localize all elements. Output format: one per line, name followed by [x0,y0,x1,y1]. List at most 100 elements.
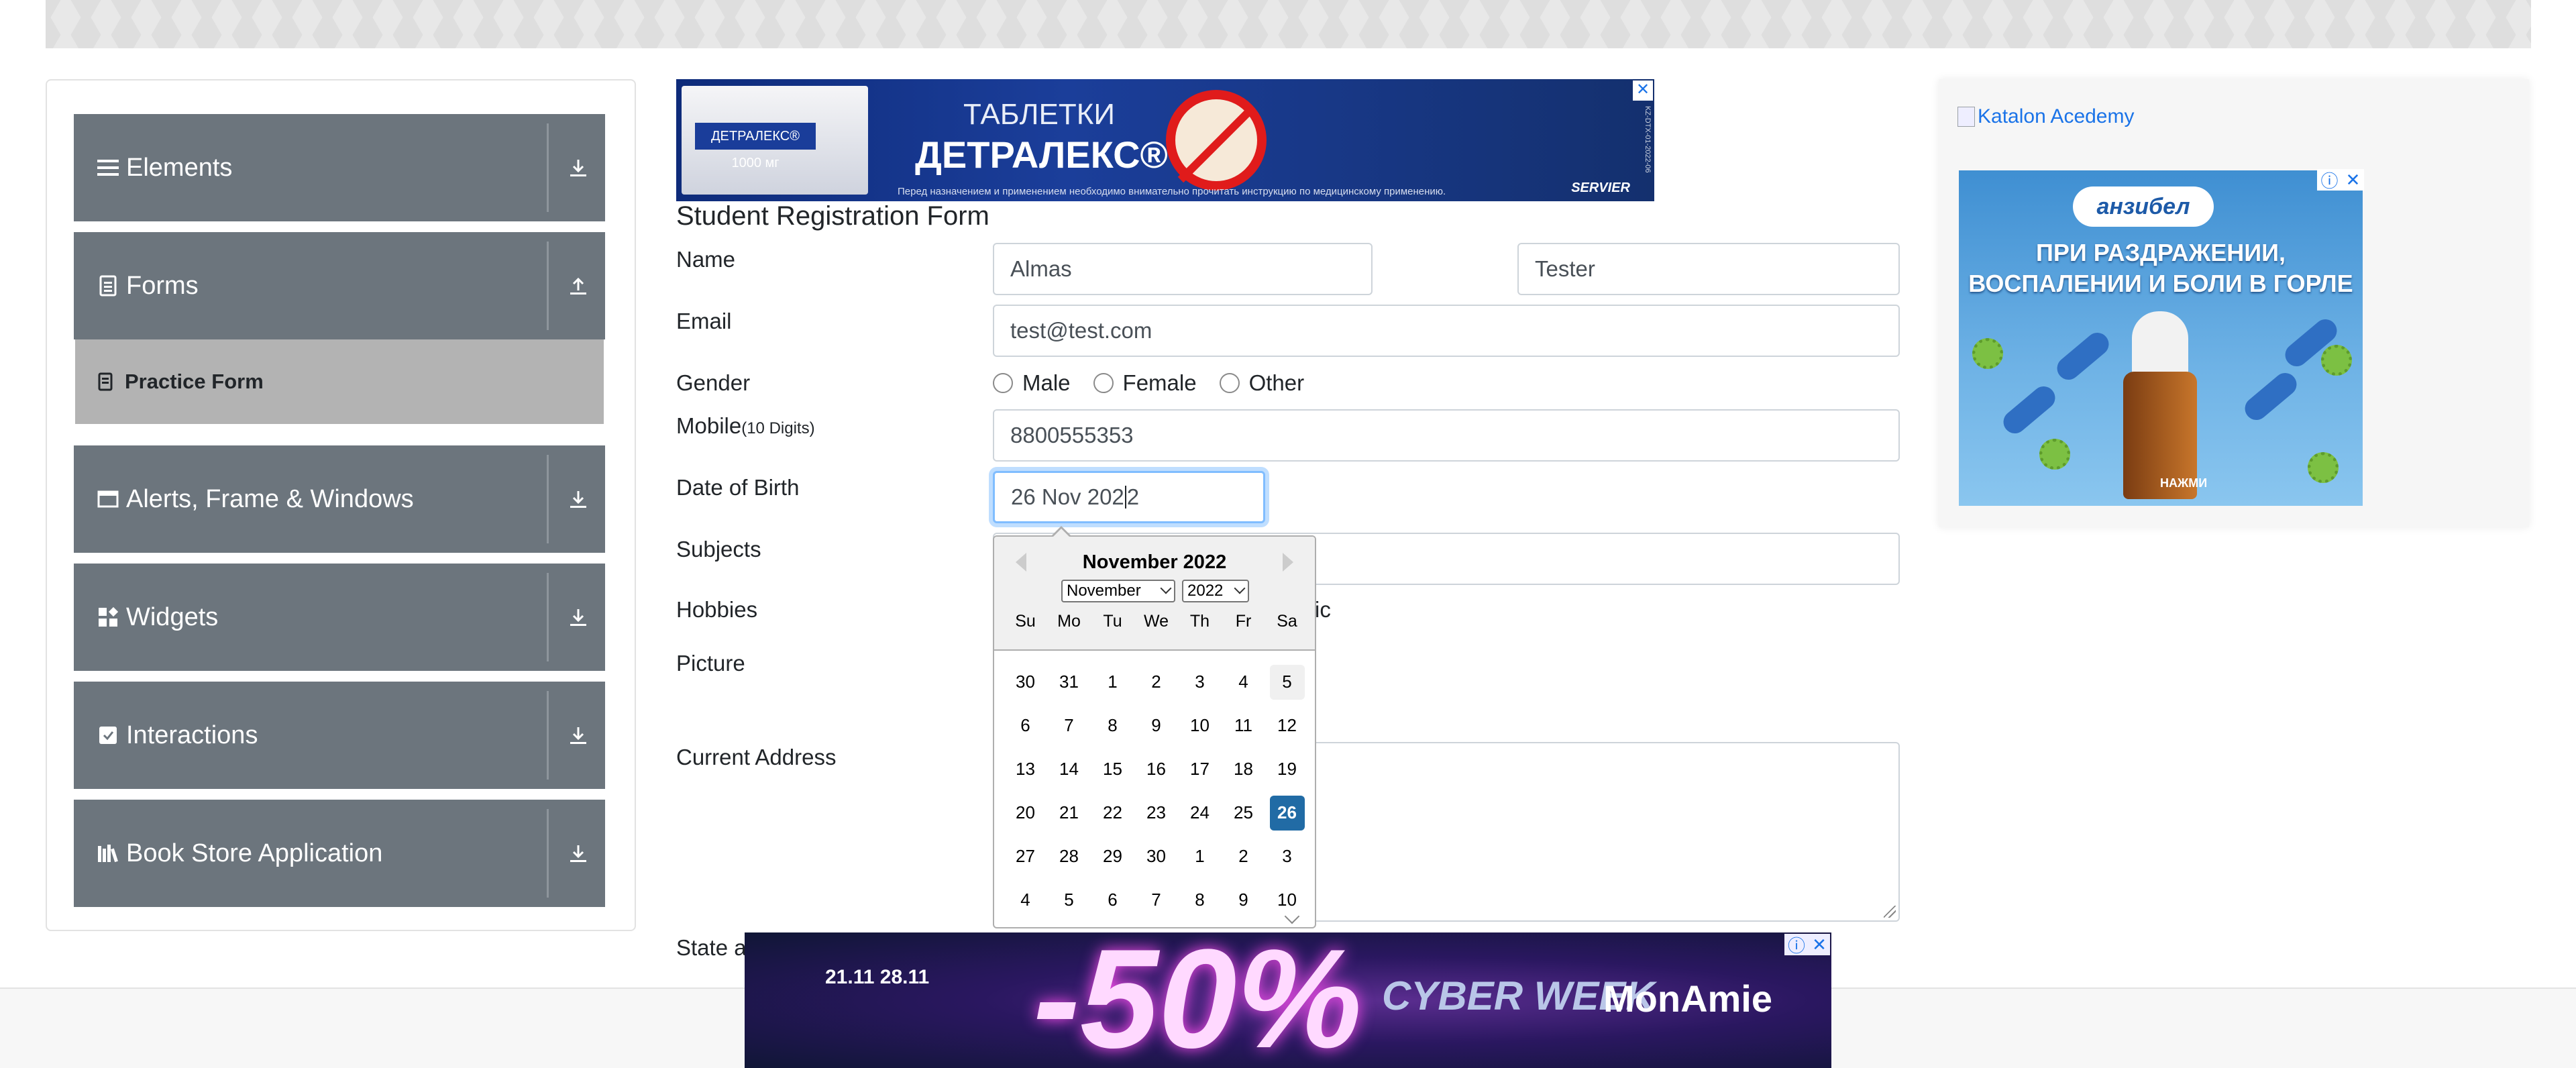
datepicker-day[interactable]: 9 [1222,878,1265,922]
datepicker-day-selected[interactable]: 26 [1265,791,1309,835]
day-number: 4 [1020,890,1030,910]
datepicker-day[interactable]: 21 [1047,791,1091,835]
datepicker-day[interactable]: 8 [1178,878,1222,922]
bottom-ad-controls[interactable]: ⓘ ✕ [1784,932,1830,957]
datepicker-day[interactable]: 12 [1265,704,1309,747]
gender-radio-group: Male Female Other [993,370,1327,396]
datepicker-day[interactable]: 10 [1178,704,1222,747]
day-number: 30 [1016,672,1035,692]
datepicker-day[interactable]: 15 [1091,747,1134,791]
day-number: 23 [1146,802,1166,822]
day-number: 29 [1103,846,1122,866]
datepicker-day[interactable]: 2 [1222,835,1265,878]
window-icon [97,488,119,511]
download-arrow-icon[interactable] [562,152,594,184]
radio-button[interactable] [993,373,1013,393]
last-name-input[interactable]: Tester [1517,243,1900,295]
group-forms[interactable]: Forms [74,232,605,339]
group-alerts-frame-windows[interactable]: Alerts, Frame & Windows [74,445,605,553]
resize-handle[interactable] [1884,906,1896,918]
download-arrow-icon[interactable] [562,719,594,751]
gender-female[interactable]: Female [1093,370,1197,396]
group-book-store[interactable]: Book Store Application [74,800,605,907]
datepicker-day[interactable]: 22 [1091,791,1134,835]
datepicker-week: 30 31 1 2 3 4 5 [1004,660,1309,704]
datepicker-day[interactable]: 18 [1222,747,1265,791]
day-number: 13 [1016,759,1035,779]
datepicker-day[interactable]: 20 [1004,791,1047,835]
group-label: Alerts, Frame & Windows [126,484,414,513]
right-advertisement[interactable]: анзибел ПРИ РАЗДРАЖЕНИИ, ВОСПАЛЕНИИ И БО… [1959,170,2363,506]
download-arrow-icon[interactable] [562,483,594,515]
day-number: 10 [1190,715,1210,735]
download-arrow-icon[interactable] [562,837,594,869]
info-icon[interactable]: ⓘ [2321,168,2339,193]
hobby-music-label-fragment[interactable]: ic [1315,597,1331,623]
mobile-label: Mobile(10 Digits) [676,413,815,439]
datepicker-day[interactable]: 9 [1134,704,1178,747]
datepicker-day[interactable]: 1 [1091,660,1134,704]
ad-fine-print: Перед назначением и применением необходи… [898,186,1446,197]
datepicker-day[interactable]: 24 [1178,791,1222,835]
datepicker-day[interactable]: 8 [1091,704,1134,747]
year-select[interactable]: 2022 [1182,580,1249,602]
group-interactions[interactable]: Interactions [74,682,605,789]
upload-arrow-icon[interactable] [562,270,594,302]
month-select[interactable]: November [1061,580,1175,602]
katalon-link[interactable]: Katalon Acedemy [1957,102,2159,131]
info-icon[interactable]: ⓘ [1788,932,1805,957]
group-widgets[interactable]: Widgets [74,564,605,671]
close-icon[interactable]: ✕ [2346,170,2361,191]
mobile-input[interactable]: 8800555353 [993,409,1900,462]
datepicker-day[interactable]: 31 [1047,660,1091,704]
datepicker-day[interactable]: 5 [1265,660,1309,704]
datepicker-day[interactable]: 5 [1047,878,1091,922]
email-input[interactable]: test@test.com [993,305,1900,357]
datepicker-day[interactable]: 6 [1004,704,1047,747]
datepicker-day[interactable]: 28 [1047,835,1091,878]
datepicker-day[interactable]: 14 [1047,747,1091,791]
top-advertisement[interactable]: ДЕТРАЛЕКС® 1000 мг ТАБЛЕТКИ ДЕТРАЛЕКС® П… [676,79,1654,201]
datepicker-day[interactable]: 2 [1134,660,1178,704]
bottom-advertisement[interactable]: 21.11 28.11 -50% CYBER WEEK MonAmie [745,932,1831,1068]
day-number: 9 [1151,715,1161,735]
gender-other[interactable]: Other [1219,370,1304,396]
datepicker-day[interactable]: 30 [1134,835,1178,878]
datepicker-day[interactable]: 29 [1091,835,1134,878]
download-arrow-icon[interactable] [562,601,594,633]
datepicker-day[interactable]: 3 [1178,660,1222,704]
date-of-birth-input[interactable]: 26 Nov 202 2 [993,471,1265,523]
ad-line-1: ТАБЛЕТКИ [963,98,1115,131]
pill-icon [1998,382,2060,438]
radio-label: Male [1022,370,1071,395]
sidebar-item-practice-form[interactable]: Practice Form [75,339,604,424]
datepicker-day[interactable]: 6 [1091,878,1134,922]
mobile-label-text: Mobile [676,413,742,438]
close-icon[interactable]: ✕ [1812,934,1827,955]
radio-button[interactable] [1093,373,1114,393]
datepicker-day[interactable]: 16 [1134,747,1178,791]
datepicker-day[interactable]: 13 [1004,747,1047,791]
datepicker-day[interactable]: 25 [1222,791,1265,835]
datepicker-day[interactable]: 4 [1222,660,1265,704]
day-number: 19 [1277,759,1297,779]
datepicker-day[interactable]: 30 [1004,660,1047,704]
datepicker-day[interactable]: 1 [1178,835,1222,878]
datepicker-day[interactable]: 19 [1265,747,1309,791]
datepicker-day[interactable]: 27 [1004,835,1047,878]
first-name-input[interactable]: Almas [993,243,1373,295]
datepicker-day[interactable]: 17 [1178,747,1222,791]
datepicker-day[interactable]: 4 [1004,878,1047,922]
group-elements[interactable]: Elements [74,114,605,221]
datepicker-day[interactable]: 7 [1047,704,1091,747]
datepicker-day[interactable]: 23 [1134,791,1178,835]
ad-controls[interactable]: ⓘ ✕ [2317,169,2364,191]
gender-male[interactable]: Male [993,370,1071,396]
datepicker-week: 27 28 29 30 1 2 3 [1004,835,1309,878]
close-icon[interactable]: ✕ [1633,81,1653,101]
datepicker-day[interactable]: 3 [1265,835,1309,878]
datepicker-day[interactable]: 7 [1134,878,1178,922]
email-label: Email [676,309,732,333]
radio-button[interactable] [1219,373,1240,393]
datepicker-day[interactable]: 11 [1222,704,1265,747]
